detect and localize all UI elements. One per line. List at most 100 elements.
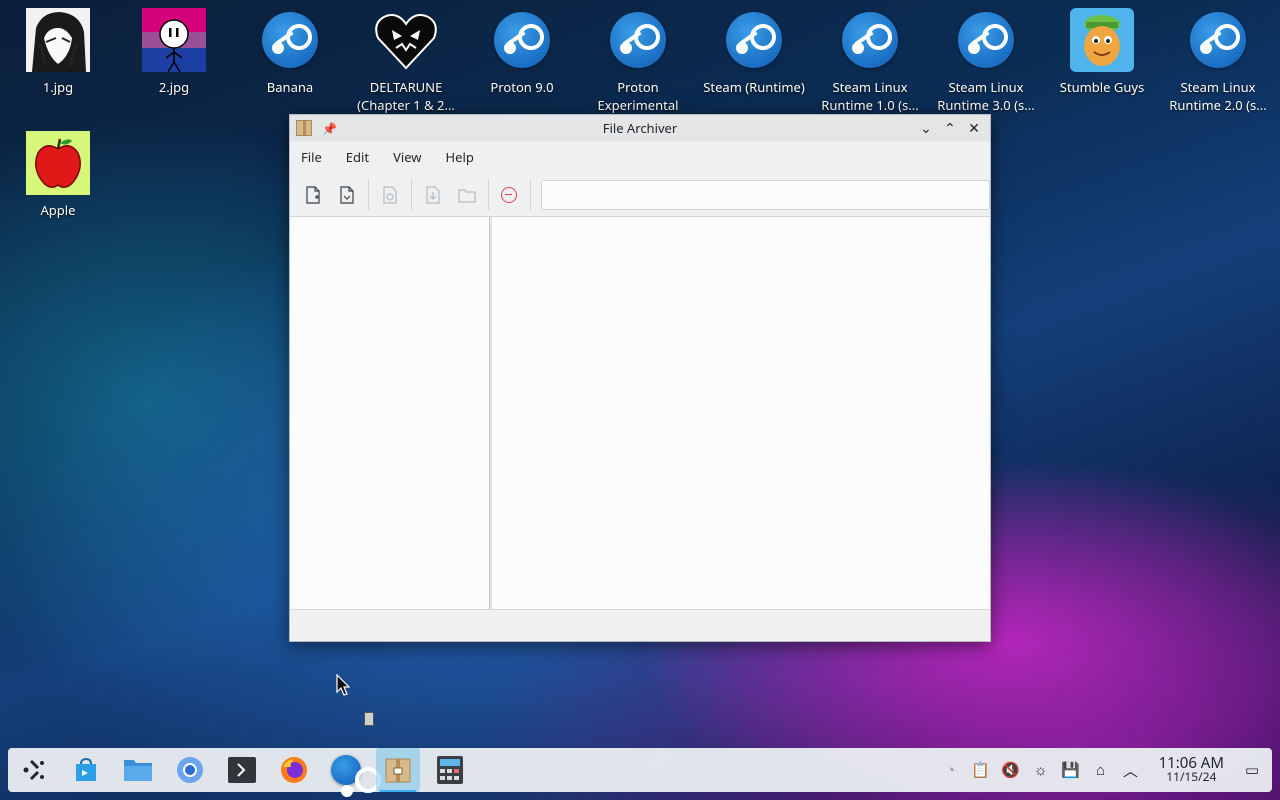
desktop-icon-label: DELTARUNE (Chapter 1 & 2... — [357, 78, 455, 114]
extract-button[interactable] — [418, 180, 448, 210]
clipboard-icon[interactable]: 📋 — [971, 760, 991, 780]
add-folder-button[interactable] — [452, 180, 482, 210]
preview-button[interactable] — [375, 180, 405, 210]
desktop-icon-label: Steam (Runtime) — [703, 78, 805, 96]
menu-edit[interactable]: Edit — [337, 144, 378, 170]
dolphin-icon — [124, 760, 152, 781]
new-archive-button[interactable] — [298, 180, 328, 210]
stop-icon — [501, 186, 518, 203]
steam-icon — [958, 12, 1014, 68]
desktop-icon-label: Stumble Guys — [1059, 78, 1145, 96]
discover-icon — [76, 757, 96, 781]
firefox-button[interactable] — [272, 748, 316, 792]
open-archive-button[interactable] — [332, 180, 362, 210]
volume-muted-icon[interactable]: 🔇 — [1001, 760, 1021, 780]
network-disconnected-icon[interactable]: ⌂ — [1091, 760, 1111, 780]
clock-date: 11/15/24 — [1166, 768, 1217, 785]
desktop-icon-label: Apple — [40, 201, 76, 219]
new-archive-icon — [306, 185, 320, 204]
stumble-guys-icon — [1070, 8, 1134, 72]
desktop-icon-label: Proton Experimental — [597, 78, 679, 114]
desktop-icon-label: Steam Linux Runtime 2.0 (s... — [1169, 78, 1267, 114]
menu-file[interactable]: File — [292, 144, 331, 170]
desktop-icon-deltarune[interactable]: DELTARUNE (Chapter 1 & 2... — [350, 8, 462, 114]
image-thumbnail-icon — [26, 8, 90, 72]
desktop-icon-label: Steam Linux Runtime 3.0 (s... — [937, 78, 1035, 114]
desktop-icon-stumble-guys[interactable]: Stumble Guys — [1046, 8, 1158, 96]
brightness-icon[interactable]: ☼ — [1031, 760, 1051, 780]
desktop-icon-steam-linux-runtime-3[interactable]: Steam Linux Runtime 3.0 (s... — [930, 8, 1042, 114]
window-titlebar[interactable]: 📌 File Archiver ⌄ ⌃ ✕ — [290, 115, 990, 141]
preview-icon — [383, 185, 397, 204]
toolbar-separator — [367, 179, 369, 210]
open-archive-icon — [340, 185, 354, 204]
steam-tray-icon[interactable]: ◔ — [941, 760, 961, 780]
desktop-icon-label: 1.jpg — [42, 78, 74, 96]
chromium-button[interactable] — [168, 748, 212, 792]
desktop-icon-banana[interactable]: Banana — [234, 8, 346, 96]
menubar: File Edit View Help — [290, 141, 990, 173]
menu-view[interactable]: View — [384, 144, 430, 170]
disk-icon[interactable]: 💾 — [1061, 760, 1081, 780]
digital-clock[interactable]: 11:06 AM 11/15/24 — [1159, 756, 1224, 784]
apple-icon — [26, 131, 90, 195]
chromium-icon — [177, 757, 203, 783]
calculator-small-icon — [364, 712, 374, 726]
archive-content-view[interactable] — [492, 217, 990, 609]
desktop-icon-2jpg[interactable]: 2.jpg — [118, 8, 230, 96]
toolbar-separator — [530, 179, 532, 210]
steam-icon — [494, 12, 550, 68]
show-desktop-icon[interactable]: ▭ — [1242, 760, 1262, 780]
desktop-icon-label: 2.jpg — [158, 78, 190, 96]
window-title: File Archiver — [602, 119, 678, 137]
ark-app-icon[interactable] — [296, 120, 312, 136]
ark-icon — [385, 758, 411, 783]
menu-help[interactable]: Help — [437, 144, 483, 170]
toolbar-separator — [487, 179, 489, 210]
maximize-button[interactable]: ⌃ — [942, 119, 958, 138]
application-launcher-icon — [23, 759, 44, 781]
steam-button[interactable] — [324, 748, 381, 797]
status-bar — [290, 609, 990, 641]
close-button[interactable]: ✕ — [966, 119, 982, 138]
desktop-icon-proton-9[interactable]: Proton 9.0 — [466, 8, 578, 96]
application-launcher-button[interactable] — [12, 748, 56, 792]
chevron-up-icon[interactable]: ︿ — [1121, 760, 1141, 781]
konsole-button[interactable] — [220, 748, 264, 792]
file-archiver-window[interactable]: 📌 File Archiver ⌄ ⌃ ✕ File Edit View Hel… — [289, 114, 991, 642]
desktop-icon-steam-linux-runtime-1[interactable]: Steam Linux Runtime 1.0 (s... — [814, 8, 926, 114]
minimize-button[interactable]: ⌄ — [918, 119, 934, 138]
desktop-icon-label: Banana — [266, 78, 314, 96]
steam-icon — [262, 12, 318, 68]
desktop-icon-label: Steam Linux Runtime 1.0 (s... — [821, 78, 919, 114]
konsole-icon — [228, 757, 256, 783]
desktop-icon-apple[interactable]: Apple — [2, 131, 114, 219]
search-input[interactable] — [541, 179, 991, 210]
pin-icon[interactable]: 📌 — [322, 120, 337, 137]
steam-icon — [842, 12, 898, 68]
steam-icon — [726, 12, 782, 68]
desktop-icon-1jpg[interactable]: 1.jpg — [2, 8, 114, 96]
desktop-icon-label: Proton 9.0 — [490, 78, 554, 96]
system-tray: ◔ 📋 🔇 ☼ 💾 ⌂ ︿ 11:06 AM 11/15/24 ▭ — [941, 756, 1272, 784]
toolbar — [290, 173, 991, 217]
archive-info-pane — [290, 217, 490, 609]
desktop-icon-steam-runtime[interactable]: Steam (Runtime) — [698, 8, 810, 96]
image-thumbnail-icon — [142, 8, 206, 72]
calculator-icon — [437, 756, 463, 784]
steam-icon — [610, 12, 666, 68]
discover-button[interactable] — [64, 748, 108, 792]
add-folder-icon — [457, 188, 476, 203]
stop-button[interactable] — [495, 180, 525, 210]
desktop-icon-proton-experimental[interactable]: Proton Experimental — [582, 8, 694, 114]
deltarune-heart-icon — [374, 8, 438, 72]
mouse-cursor-icon — [336, 674, 350, 696]
taskbar: ◔ 📋 🔇 ☼ 💾 ⌂ ︿ 11:06 AM 11/15/24 ▭ — [8, 748, 1272, 797]
dolphin-file-manager-button[interactable] — [116, 748, 160, 792]
toolbar-separator — [410, 179, 412, 210]
firefox-icon — [281, 757, 307, 783]
ark-button[interactable] — [376, 748, 420, 792]
desktop-icon-steam-linux-runtime-2[interactable]: Steam Linux Runtime 2.0 (s... — [1162, 8, 1274, 114]
calculator-button[interactable] — [428, 748, 472, 792]
extract-icon — [426, 185, 440, 204]
